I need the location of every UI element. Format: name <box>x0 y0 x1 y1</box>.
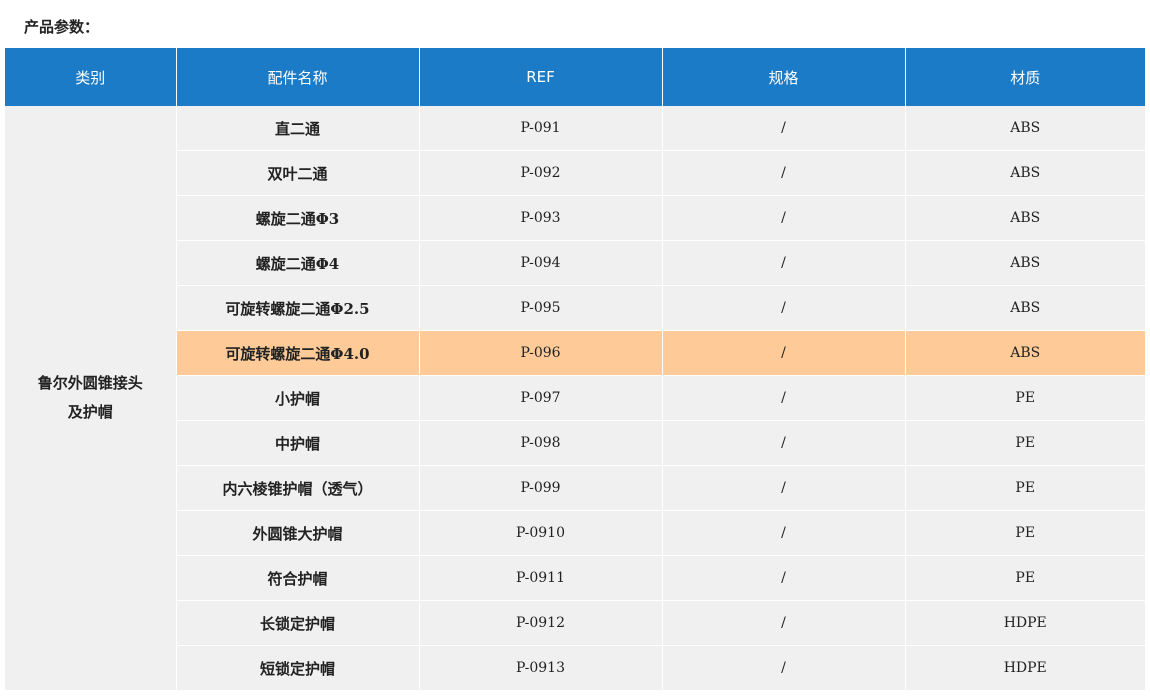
material-cell: PE <box>904 375 1145 421</box>
material-cell: HDPE <box>904 600 1145 646</box>
spec-cell: / <box>661 420 905 466</box>
spec-cell: / <box>661 375 905 421</box>
material-cell: ABS <box>904 195 1145 241</box>
ref-cell: P-097 <box>418 375 662 421</box>
material-cell: ABS <box>904 330 1145 376</box>
material-cell: HDPE <box>904 645 1145 691</box>
material-cell: ABS <box>904 285 1145 331</box>
category-text-line: 及护帽 <box>67 403 113 421</box>
table-row: 螺旋二通Φ3 P-093/ABS <box>5 195 1145 241</box>
table-row: 鲁尔外圆锥接头 及护帽 直二通 P-091/ABS <box>5 106 1145 691</box>
ref-cell: P-096 <box>418 330 662 376</box>
part-name-cell: 可旋转螺旋二通Φ4.0 <box>175 330 419 376</box>
table-header-row: 类别 配件名称 REF 规格 材质 <box>5 48 1145 106</box>
ref-cell: P-094 <box>418 240 662 286</box>
table-row: 可旋转螺旋二通Φ2.5 P-095/ABS <box>5 285 1145 331</box>
part-name-cell: 小护帽 <box>175 375 419 421</box>
spec-cell: / <box>661 465 905 511</box>
part-name-cell: 外圆锥大护帽 <box>175 510 419 556</box>
part-name-cell: 长锁定护帽 <box>175 600 419 646</box>
table-row: 符合护帽 P-0911/PE <box>5 555 1145 601</box>
section-title: 产品参数： <box>24 18 100 36</box>
ref-cell: P-091 <box>418 106 662 151</box>
part-name-cell: 直二通 <box>175 106 419 151</box>
material-cell: PE <box>904 555 1145 601</box>
header-ref: REF <box>418 48 662 106</box>
ref-cell: P-095 <box>418 285 662 331</box>
header-category: 类别 <box>5 48 176 106</box>
spec-cell: / <box>661 330 905 376</box>
ref-cell: P-093 <box>418 195 662 241</box>
part-name-cell: 中护帽 <box>175 420 419 466</box>
ref-cell: P-098 <box>418 420 662 466</box>
spec-cell: / <box>661 600 905 646</box>
ref-cell: P-0913 <box>418 645 662 691</box>
table-row: 可旋转螺旋二通Φ4.0 P-096/ABS <box>5 330 1145 376</box>
spec-cell: / <box>661 150 905 196</box>
ref-cell: P-092 <box>418 150 662 196</box>
material-cell: PE <box>904 465 1145 511</box>
spec-cell: / <box>661 555 905 601</box>
table-row: 中护帽 P-098/PE <box>5 420 1145 466</box>
part-name-cell: 符合护帽 <box>175 555 419 601</box>
part-name-cell: 内六棱锥护帽（透气） <box>175 465 419 511</box>
category-cell: 鲁尔外圆锥接头 及护帽 <box>5 106 176 691</box>
table-row: 双叶二通 P-092/ABS <box>5 150 1145 196</box>
part-name-cell: 螺旋二通Φ4 <box>175 240 419 286</box>
table-row: 外圆锥大护帽 P-0910/PE <box>5 510 1145 556</box>
ref-cell: P-0910 <box>418 510 662 556</box>
table-row: 短锁定护帽 P-0913/HDPE <box>5 645 1145 691</box>
spec-cell: / <box>661 195 905 241</box>
table-row: 螺旋二通Φ4 P-094/ABS <box>5 240 1145 286</box>
ref-cell: P-099 <box>418 465 662 511</box>
spec-cell: / <box>661 240 905 286</box>
part-name-cell: 双叶二通 <box>175 150 419 196</box>
material-cell: PE <box>904 510 1145 556</box>
part-name-cell: 短锁定护帽 <box>175 645 419 691</box>
material-cell: ABS <box>904 106 1145 151</box>
header-spec: 规格 <box>661 48 905 106</box>
material-cell: ABS <box>904 150 1145 196</box>
table-body: 鲁尔外圆锥接头 及护帽 直二通 P-091/ABS 双叶二通 P-092/ABS 螺旋二通Φ… <box>5 106 1145 691</box>
spec-cell: / <box>661 510 905 556</box>
table-row: 小护帽 P-097/PE <box>5 375 1145 421</box>
ref-cell: P-0911 <box>418 555 662 601</box>
ref-cell: P-0912 <box>418 600 662 646</box>
category-text-line: 鲁尔外圆锥接头 <box>37 374 143 392</box>
table-row: 长锁定护帽 P-0912/HDPE <box>5 600 1145 646</box>
header-material: 材质 <box>904 48 1145 106</box>
part-name-cell: 螺旋二通Φ3 <box>175 195 419 241</box>
material-cell: ABS <box>904 240 1145 286</box>
product-params-table: 类别 配件名称 REF 规格 材质 鲁尔外圆锥接头 及护帽 直二通 P-091/ABS… <box>5 48 1145 691</box>
header-part-name: 配件名称 <box>175 48 419 106</box>
material-cell: PE <box>904 420 1145 466</box>
table-row: 内六棱锥护帽（透气） P-099/PE <box>5 465 1145 511</box>
part-name-cell: 可旋转螺旋二通Φ2.5 <box>175 285 419 331</box>
spec-cell: / <box>661 645 905 691</box>
spec-cell: / <box>661 285 905 331</box>
spec-cell: / <box>661 106 905 151</box>
